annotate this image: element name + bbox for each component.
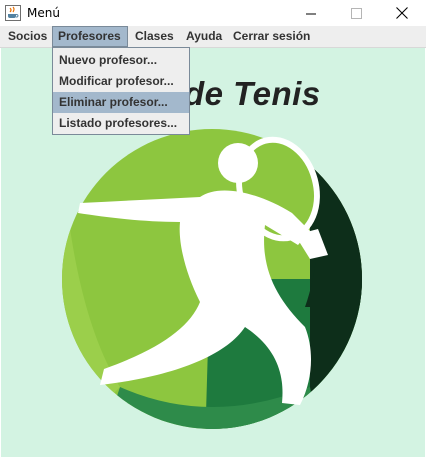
minimize-button[interactable] [288,0,334,26]
minimize-icon [305,13,316,14]
menu-item-modificar-profesor[interactable]: Modificar profesor... [53,71,189,92]
maximize-button[interactable] [333,0,379,26]
maximize-icon [350,7,362,19]
window-title: Menú [27,6,60,20]
title-bar[interactable]: Menú [0,0,426,26]
app-window: Menú Socios Profesores Clases Ayuda Cerr… [0,0,426,458]
menu-item-nuevo-profesor[interactable]: Nuevo profesor... [53,50,189,71]
menu-item-listado-profesores[interactable]: Listado profesores... [53,113,189,134]
profesores-dropdown: Nuevo profesor... Modificar profesor... … [52,47,190,135]
menu-socios[interactable]: Socios [3,26,52,47]
menu-ayuda[interactable]: Ayuda [181,26,227,47]
close-button[interactable] [379,0,425,26]
menu-profesores[interactable]: Profesores [52,26,128,47]
menu-item-eliminar-profesor[interactable]: Eliminar profesor... [53,92,189,113]
java-cup-icon [5,5,21,21]
close-icon [396,7,408,19]
menu-clases[interactable]: Clases [130,26,179,47]
menu-cerrar-sesion[interactable]: Cerrar sesión [228,26,315,47]
menu-bar: Socios Profesores Clases Ayuda Cerrar se… [0,26,426,48]
tennis-logo [62,129,362,429]
page-heading: de Tenis [184,75,321,112]
